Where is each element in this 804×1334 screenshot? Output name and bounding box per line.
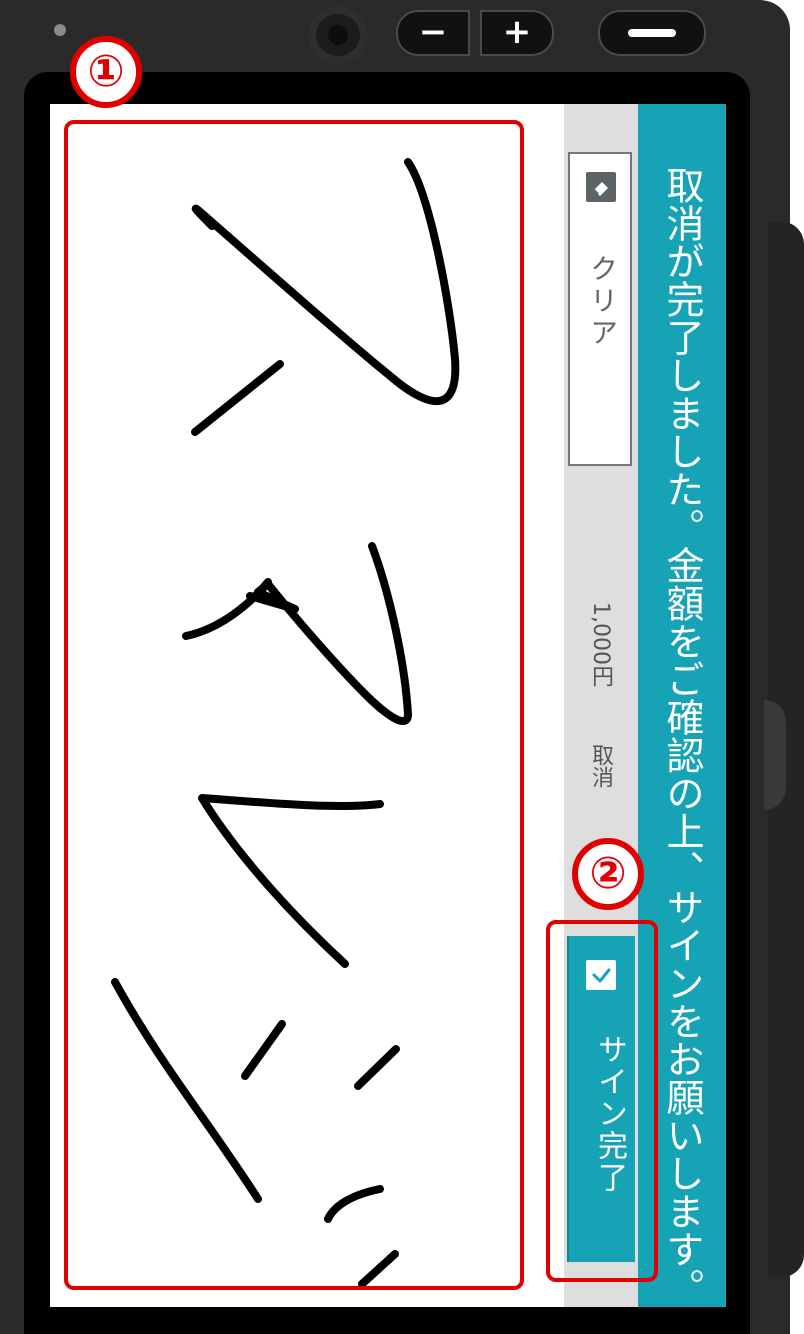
annotation-box-complete-button <box>546 920 658 1282</box>
annotation-box-signature-area <box>64 120 524 1290</box>
clear-button-label: クリア <box>586 254 619 350</box>
amount-value: 1,000円 <box>588 602 613 687</box>
camera-lens <box>308 6 368 64</box>
status-message: 取消が完了しました。金額をご確認の上、サインをお願いします。 <box>660 166 704 1306</box>
annotation-marker-1: ① <box>70 36 142 108</box>
power-button[interactable] <box>598 10 706 56</box>
eraser-icon <box>586 172 616 202</box>
clear-button[interactable]: クリア <box>568 152 632 466</box>
sensor-dot <box>54 24 66 36</box>
annotation-marker-2: ② <box>572 838 644 910</box>
transaction-type: 取消 <box>588 744 613 788</box>
volume-up-button[interactable]: + <box>480 10 554 56</box>
side-bump <box>764 700 786 810</box>
volume-down-button[interactable]: − <box>396 10 470 56</box>
